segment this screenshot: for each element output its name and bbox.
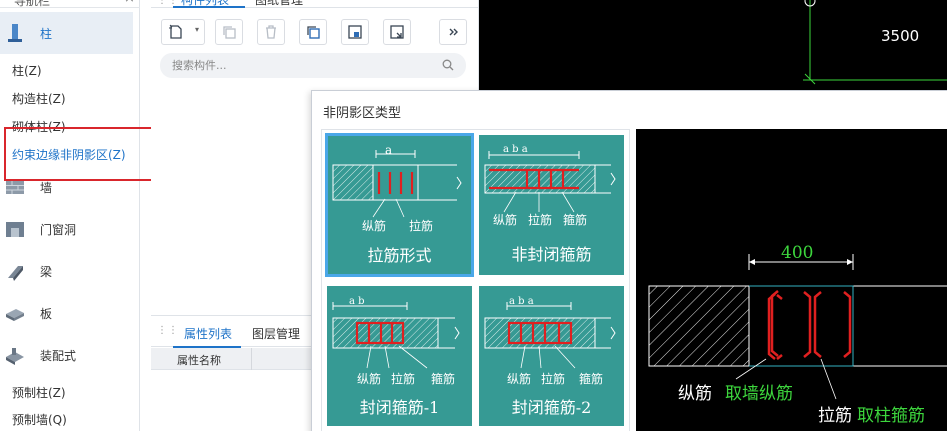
option-label: 拉筋形式 — [367, 246, 432, 265]
wall-icon — [6, 181, 24, 194]
layers-copy-icon — [307, 26, 320, 39]
import-component-button[interactable] — [341, 19, 369, 45]
nav-category-label: 梁 — [40, 264, 53, 279]
dropdown-arrow-icon: ▾ — [195, 25, 200, 34]
option-sub-label: 拉筋 — [541, 372, 566, 386]
tab-label: 构件列表 — [181, 0, 230, 7]
export-component-button[interactable] — [383, 19, 411, 45]
nav-category-label: 墙 — [40, 180, 53, 195]
nav-header-label: 导航栏 — [14, 0, 51, 8]
option-label: 封闭箍筋-2 — [511, 398, 592, 417]
option-sub-label: 箍筋 — [431, 372, 456, 386]
more-tools-button[interactable] — [439, 19, 467, 45]
nav-item-prefab-wall[interactable]: 预制墙(Q) — [12, 411, 67, 428]
new-file-icon — [169, 24, 182, 39]
nav-category-beam[interactable]: 梁 — [0, 250, 133, 292]
chevron-double-right-icon — [449, 28, 458, 36]
nav-category-label: 板 — [40, 306, 53, 321]
option-sub-label: 箍筋 — [579, 372, 604, 386]
option-sub-label: 纵筋 — [357, 372, 382, 386]
nav-category-label: 门窗洞 — [40, 222, 77, 237]
search-input[interactable] — [160, 53, 466, 78]
option-sub-label: 纵筋 — [362, 219, 387, 233]
save-icon — [348, 25, 362, 39]
navigation-panel: 导航栏 × 柱 柱(Z) 构造柱(Z) 砌体柱(Z) 约束边缘非阴影区(Z) 墙 — [0, 0, 184, 431]
export-icon — [390, 25, 404, 39]
cad-drawing — [803, 0, 947, 85]
option-label: 非封闭箍筋 — [511, 245, 592, 264]
nav-category-prefab[interactable]: 装配式 — [0, 334, 133, 376]
copy-component-button[interactable] — [215, 19, 243, 45]
nav-category-slab[interactable]: 板 — [0, 292, 133, 334]
option-sub-label: 拉筋 — [409, 219, 434, 233]
preview-label-longbar-source: 取墙纵筋 — [725, 384, 793, 404]
option-sub-label: 箍筋 — [563, 213, 588, 227]
tab-property-list[interactable]: 属性列表 — [184, 325, 232, 342]
preview-panel: 400 纵筋 取墙纵筋 拉筋 取柱箍筋 — [636, 129, 947, 431]
tab-drawing-manage[interactable]: 图纸管理 — [247, 0, 317, 8]
option-sub-label: 纵筋 — [493, 213, 518, 227]
nav-item-prefab-column[interactable]: 预制柱(Z) — [12, 384, 66, 401]
door-window-icon — [6, 222, 24, 237]
type-options-grid: a 纵筋 拉筋 拉筋形式 a b a 纵筋 拉筋 箍筋 非封闭箍筋 a b 纵筋… — [321, 129, 630, 431]
option-sub-label: 纵筋 — [507, 372, 532, 386]
preview-dimension-text: 400 — [781, 243, 814, 263]
app-window: 导航栏 × 柱 柱(Z) 构造柱(Z) 砌体柱(Z) 约束边缘非阴影区(Z) 墙 — [0, 0, 947, 431]
tab-component-list[interactable]: 构件列表 — [173, 0, 245, 8]
new-component-button[interactable]: ▾ — [161, 19, 205, 45]
column-icon — [8, 24, 22, 42]
tab-layer-manage[interactable]: 图层管理 — [252, 325, 300, 342]
column-header-property-name: 属性名称 — [177, 354, 221, 367]
trash-icon — [266, 25, 276, 39]
panel-tabbar: ⋮⋮ 构件列表 图纸管理 — [151, 0, 479, 8]
tab-label: 图纸管理 — [255, 0, 304, 7]
cad-dimension-text: 3500 — [881, 27, 920, 45]
beam-icon — [8, 266, 23, 281]
drag-handle-icon[interactable]: ⋮⋮ — [157, 326, 178, 336]
option-sub-label: 拉筋 — [391, 372, 416, 386]
duplicate-to-floor-button[interactable] — [299, 19, 327, 45]
drag-handle-icon[interactable]: ⋮⋮ — [157, 0, 178, 6]
preview-label-tiebar-source: 取柱箍筋 — [857, 406, 925, 426]
cad-canvas[interactable]: 3500 — [479, 0, 947, 100]
column-separator[interactable] — [251, 348, 252, 370]
option-tie-bar[interactable]: a 纵筋 拉筋 拉筋形式 — [325, 133, 474, 277]
search-icon[interactable] — [442, 59, 454, 71]
nav-category-column[interactable]: 柱 — [0, 12, 133, 54]
nav-item-column[interactable]: 柱(Z) — [12, 62, 42, 79]
preview-label-tiebar: 拉筋 — [818, 406, 852, 426]
option-dimension: a b — [349, 296, 365, 307]
prefab-icon — [6, 348, 24, 365]
option-label: 封闭箍筋-1 — [359, 398, 440, 417]
option-closed-stirrup-2[interactable]: a b a 纵筋 拉筋 箍筋 封闭箍筋-2 — [479, 286, 624, 426]
nav-category-door-window[interactable]: 门窗洞 — [0, 208, 133, 250]
option-closed-stirrup-1[interactable]: a b 纵筋 拉筋 箍筋 封闭箍筋-1 — [327, 286, 472, 426]
non-shadow-type-dialog: 非阴影区类型 a 纵筋 拉筋 拉筋形式 a b a 纵筋 拉筋 箍筋 非封闭箍筋… — [311, 90, 947, 431]
close-icon[interactable]: × — [124, 0, 135, 6]
delete-component-button[interactable] — [257, 19, 285, 45]
preview-label-longbar: 纵筋 — [678, 384, 712, 404]
nav-category-wall[interactable]: 墙 — [0, 166, 133, 208]
slab-icon — [6, 309, 24, 321]
option-dimension: a b a — [509, 296, 534, 307]
option-dimension: a — [385, 143, 393, 157]
nav-item-constructional-column[interactable]: 构造柱(Z) — [12, 90, 66, 107]
option-dimension: a b a — [503, 144, 528, 155]
nav-category-label: 柱 — [40, 26, 53, 41]
option-non-closed-stirrup[interactable]: a b a 纵筋 拉筋 箍筋 非封闭箍筋 — [479, 135, 624, 275]
nav-category-label: 装配式 — [40, 348, 77, 363]
copy-icon — [223, 26, 236, 39]
option-sub-label: 拉筋 — [528, 213, 553, 227]
dialog-title: 非阴影区类型 — [323, 106, 402, 121]
nav-header: 导航栏 × — [0, 0, 140, 8]
